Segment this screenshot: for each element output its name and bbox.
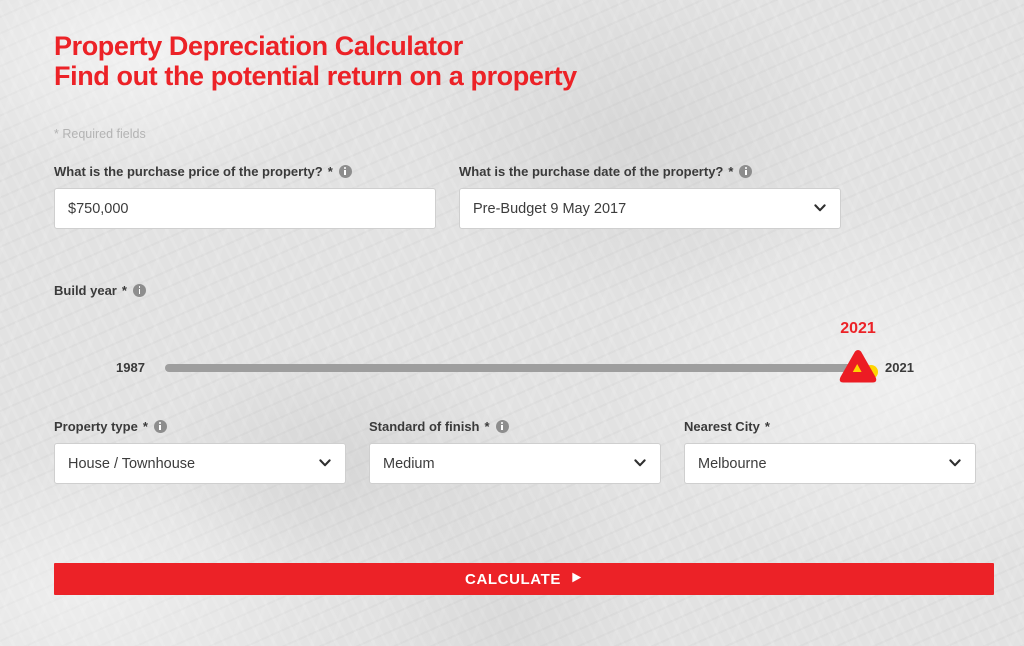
page-title-line-1: Property Depreciation Calculator (54, 31, 463, 61)
property-type-required-mark: * (142, 419, 148, 434)
field-build-year: Build year * 1987 2021 2021 (54, 283, 970, 396)
build-year-required-mark: * (121, 283, 127, 298)
property-type-label-text: Property type (54, 419, 138, 434)
purchase-date-select[interactable]: Pre-Budget 9 May 2017 (459, 188, 841, 229)
build-year-max-label: 2021 (885, 360, 914, 375)
property-type-select[interactable]: House / Townhouse (54, 443, 346, 484)
calculate-button[interactable]: CALCULATE (54, 563, 994, 595)
field-standard-of-finish: Standard of finish * Medium (369, 419, 661, 484)
purchase-price-label: What is the purchase price of the proper… (54, 164, 436, 179)
play-triangle-icon (570, 571, 583, 588)
standard-of-finish-select-wrap: Medium (369, 443, 661, 484)
purchase-price-label-text: What is the purchase price of the proper… (54, 164, 323, 179)
info-icon[interactable] (153, 420, 167, 433)
info-icon[interactable] (338, 165, 352, 178)
page-title-line-2: Find out the potential return on a prope… (54, 61, 577, 91)
field-purchase-price: What is the purchase price of the proper… (54, 164, 436, 229)
purchase-price-input[interactable] (54, 188, 436, 229)
purchase-date-required-mark: * (728, 164, 734, 179)
depreciation-calculator-page: Property Depreciation Calculator Find ou… (0, 0, 1024, 646)
property-type-select-wrap: House / Townhouse (54, 443, 346, 484)
build-year-label: Build year * (54, 283, 970, 298)
field-purchase-date: What is the purchase date of the propert… (459, 164, 841, 229)
nearest-city-select[interactable]: Melbourne (684, 443, 976, 484)
purchase-date-label: What is the purchase date of the propert… (459, 164, 841, 179)
info-icon[interactable] (739, 165, 753, 178)
nearest-city-label-text: Nearest City (684, 419, 760, 434)
standard-of-finish-label: Standard of finish * (369, 419, 661, 434)
field-property-type: Property type * House / Townhouse (54, 419, 346, 484)
standard-of-finish-required-mark: * (484, 419, 490, 434)
info-icon[interactable] (132, 284, 146, 297)
nearest-city-required-mark: * (764, 419, 770, 434)
triangle-slider-handle-icon[interactable] (835, 347, 881, 389)
standard-of-finish-select[interactable]: Medium (369, 443, 661, 484)
info-icon[interactable] (495, 420, 509, 433)
nearest-city-select-wrap: Melbourne (684, 443, 976, 484)
standard-of-finish-label-text: Standard of finish (369, 419, 480, 434)
purchase-date-label-text: What is the purchase date of the propert… (459, 164, 724, 179)
build-year-slider[interactable]: 1987 2021 2021 (54, 320, 970, 396)
field-nearest-city: Nearest City * Melbourne (684, 419, 976, 484)
build-year-slider-track[interactable] (165, 364, 855, 372)
calculate-button-label: CALCULATE (465, 570, 561, 588)
purchase-price-required-mark: * (327, 164, 333, 179)
page-title: Property Depreciation Calculator Find ou… (54, 31, 577, 91)
purchase-date-select-wrap: Pre-Budget 9 May 2017 (459, 188, 841, 229)
property-type-label: Property type * (54, 419, 346, 434)
nearest-city-label: Nearest City * (684, 419, 976, 434)
build-year-current-value: 2021 (840, 320, 876, 337)
build-year-label-text: Build year (54, 283, 117, 298)
required-fields-note: * Required fields (54, 127, 146, 141)
build-year-min-label: 1987 (116, 360, 145, 375)
